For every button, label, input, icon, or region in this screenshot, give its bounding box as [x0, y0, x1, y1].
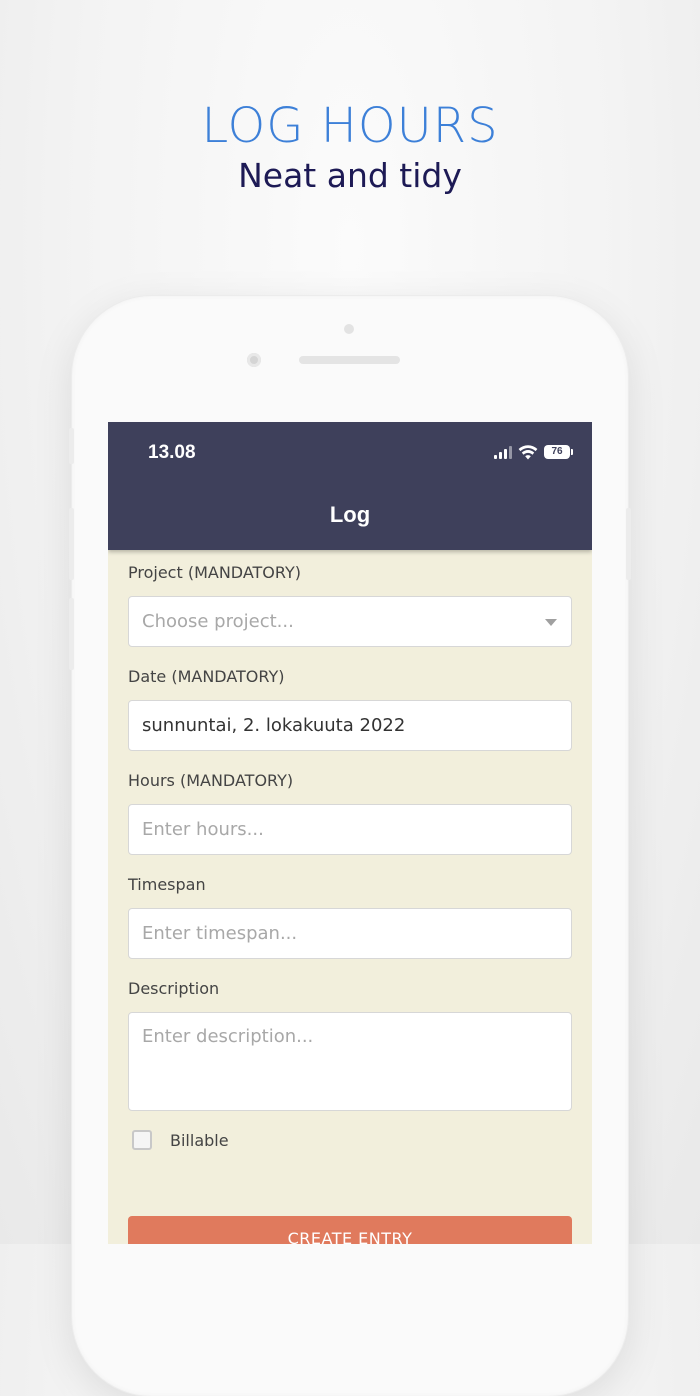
date-label: Date (MANDATORY) — [128, 667, 285, 686]
phone-silent-switch — [69, 428, 74, 464]
hours-label: Hours (MANDATORY) — [128, 771, 294, 790]
phone-speaker — [299, 356, 400, 364]
promo-subline: Neat and tidy — [238, 156, 462, 195]
date-field[interactable]: sunnuntai, 2. lokakuuta 2022 — [128, 700, 572, 751]
project-select[interactable]: Choose project... — [128, 596, 572, 647]
status-time: 13.08 — [148, 442, 196, 463]
phone-power-button — [626, 508, 631, 580]
create-entry-button[interactable]: CREATE ENTRY — [128, 1216, 572, 1244]
phone-volume-up — [69, 508, 74, 580]
description-label: Description — [128, 979, 220, 998]
date-field-value: sunnuntai, 2. lokakuuta 2022 — [142, 715, 406, 736]
phone-camera — [247, 353, 261, 367]
log-form: Project (MANDATORY) Choose project... Da… — [128, 562, 572, 1150]
billable-row: Billable — [132, 1130, 572, 1150]
description-textarea-placeholder: Enter description... — [142, 1026, 314, 1047]
phone-volume-down — [69, 598, 74, 670]
wifi-icon — [518, 444, 538, 459]
battery-icon: 76 — [544, 445, 573, 459]
billable-checkbox[interactable] — [132, 1130, 152, 1150]
promo-headline: LOG HOURS — [201, 98, 499, 154]
project-label: Project (MANDATORY) — [128, 563, 302, 582]
timespan-input[interactable]: Enter timespan... — [128, 908, 572, 959]
timespan-label: Timespan — [128, 875, 206, 894]
app-screen: 13.08 76 Log Project (MANDATORY) Choose … — [108, 422, 592, 1244]
project-select-placeholder: Choose project... — [142, 611, 294, 632]
status-icons: 76 — [494, 444, 573, 460]
app-title: Log — [329, 502, 371, 527]
signal-icon — [494, 445, 512, 459]
description-textarea[interactable]: Enter description... — [128, 1012, 572, 1111]
chevron-down-icon — [545, 619, 557, 626]
app-bar: 13.08 76 Log — [108, 422, 592, 550]
phone-sensor — [344, 324, 354, 334]
hours-input[interactable]: Enter hours... — [128, 804, 572, 855]
hours-input-placeholder: Enter hours... — [142, 819, 264, 840]
billable-label: Billable — [170, 1130, 229, 1150]
timespan-input-placeholder: Enter timespan... — [142, 923, 298, 944]
